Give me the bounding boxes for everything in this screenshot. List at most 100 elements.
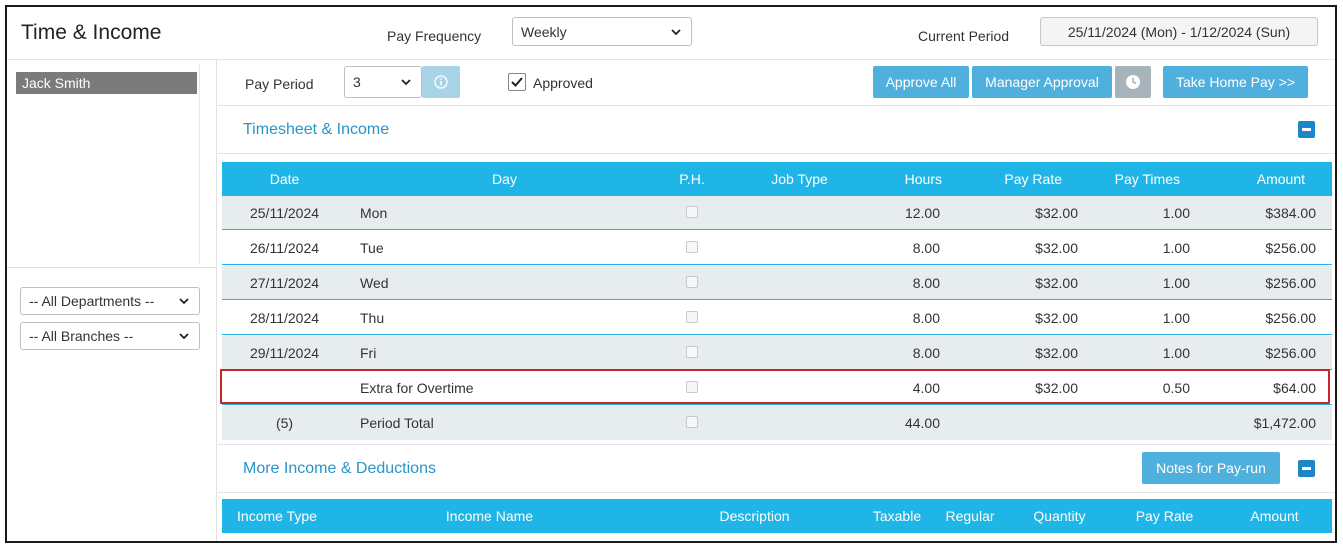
cell-date: 27/11/2024 bbox=[249, 275, 320, 291]
section-divider bbox=[218, 153, 1335, 154]
cell-pay-rate: $32.00 bbox=[1035, 275, 1078, 291]
column-header-hours: Hours bbox=[904, 171, 942, 187]
ph-checkbox[interactable] bbox=[686, 241, 698, 253]
panel-divider bbox=[7, 267, 217, 268]
cell-day: Thu bbox=[360, 310, 385, 326]
cell-pay-rate: $32.00 bbox=[1035, 310, 1078, 326]
pay-period-label: Pay Period bbox=[245, 76, 314, 92]
info-icon bbox=[434, 75, 448, 89]
branch-filter-select[interactable]: -- All Branches -- bbox=[20, 322, 200, 350]
table-row: 28/11/2024 Thu 8.00 $32.00 1.00 $256.00 bbox=[222, 301, 1332, 335]
cell-pay-rate: $32.00 bbox=[1035, 345, 1078, 361]
table-row: 26/11/2024 Tue 8.00 $32.00 1.00 $256.00 bbox=[222, 231, 1332, 265]
column-header-quantity: Quantity bbox=[1033, 508, 1086, 524]
notes-for-pay-run-button[interactable]: Notes for Pay-run bbox=[1142, 452, 1280, 484]
chevron-down-icon bbox=[179, 298, 189, 305]
timesheet-clock-button[interactable] bbox=[1115, 66, 1151, 98]
page-title: Time & Income bbox=[21, 21, 162, 44]
clock-icon bbox=[1126, 75, 1140, 89]
overtime-row-highlight bbox=[220, 369, 1330, 404]
cell-hours: 8.00 bbox=[912, 240, 940, 256]
pay-frequency-label: Pay Frequency bbox=[387, 28, 482, 44]
employee-list-scrollbar[interactable] bbox=[199, 64, 210, 264]
cell-day-count: (5) bbox=[275, 415, 294, 431]
table-row: 27/11/2024 Wed 8.00 $32.00 1.00 $256.00 bbox=[222, 266, 1332, 300]
department-filter-value: -- All Departments -- bbox=[29, 293, 155, 309]
current-period-display: 25/11/2024 (Mon) - 1/12/2024 (Sun) bbox=[1040, 17, 1318, 46]
cell-pay-times: 1.00 bbox=[1162, 205, 1190, 221]
employee-panel: Jack Smith -- All Departments -- -- All … bbox=[7, 60, 217, 541]
cell-hours: 8.00 bbox=[912, 275, 940, 291]
column-header-pay-times: Pay Times bbox=[1114, 171, 1180, 187]
chevron-down-icon bbox=[671, 28, 681, 35]
cell-day: Fri bbox=[360, 345, 377, 361]
checkmark-icon bbox=[511, 77, 523, 87]
column-header-income-name: Income Name bbox=[445, 508, 534, 524]
cell-date: 26/11/2024 bbox=[249, 240, 320, 256]
approve-all-button[interactable]: Approve All bbox=[873, 66, 969, 98]
pay-frequency-select[interactable]: Weekly bbox=[512, 17, 692, 46]
collapse-timesheet-icon[interactable] bbox=[1298, 121, 1315, 138]
current-period-label: Current Period bbox=[918, 28, 1010, 44]
employee-item-jack-smith[interactable]: Jack Smith bbox=[16, 72, 197, 94]
column-header-income-type: Income Type bbox=[237, 508, 317, 524]
column-header-ph: P.H. bbox=[679, 171, 705, 187]
cell-amount: $256.00 bbox=[1265, 275, 1316, 291]
chevron-down-icon bbox=[179, 333, 189, 340]
cell-amount: $256.00 bbox=[1265, 240, 1316, 256]
approved-checkbox[interactable] bbox=[508, 73, 526, 91]
cell-period-total-label: Period Total bbox=[360, 415, 434, 431]
cell-day: Tue bbox=[360, 240, 384, 256]
ph-checkbox[interactable] bbox=[686, 346, 698, 358]
cell-day: Mon bbox=[360, 205, 388, 221]
cell-date: 28/11/2024 bbox=[249, 310, 320, 326]
cell-pay-rate: $32.00 bbox=[1035, 240, 1078, 256]
table-row: 29/11/2024 Fri 8.00 $32.00 1.00 $256.00 bbox=[222, 336, 1332, 370]
section-divider bbox=[218, 444, 1335, 445]
column-header-regular: Regular bbox=[945, 508, 995, 524]
cell-date: 29/11/2024 bbox=[249, 345, 320, 361]
column-header-taxable: Taxable bbox=[872, 508, 922, 524]
ph-checkbox[interactable] bbox=[686, 206, 698, 218]
column-header-day: Day bbox=[492, 171, 517, 187]
cell-pay-times bbox=[1077, 406, 1190, 440]
cell-hours: 12.00 bbox=[904, 205, 940, 221]
chevron-down-icon bbox=[401, 79, 411, 86]
column-header-amount: Amount bbox=[1250, 508, 1299, 524]
toolbar-divider bbox=[218, 105, 1335, 106]
cell-pay-rate: $32.00 bbox=[1035, 205, 1078, 221]
cell-amount: $384.00 bbox=[1265, 205, 1316, 221]
pay-period-select[interactable]: 3 bbox=[344, 66, 422, 98]
cell-date: 25/11/2024 bbox=[249, 205, 320, 221]
pay-frequency-value: Weekly bbox=[521, 23, 567, 40]
ph-checkbox[interactable] bbox=[686, 311, 698, 323]
table-row-period-total: (5) Period Total 44.00 $1,472.00 bbox=[222, 406, 1332, 440]
cell-total-hours: 44.00 bbox=[904, 415, 940, 431]
pay-period-info-button[interactable] bbox=[422, 66, 460, 98]
cell-amount: $256.00 bbox=[1265, 310, 1316, 326]
more-income-table: Income Type Income Name Description Taxa… bbox=[222, 499, 1332, 533]
table-row: 25/11/2024 Mon 12.00 $32.00 1.00 $384.00 bbox=[222, 196, 1332, 230]
timesheet-table-header: Date Day P.H. Job Type Hours Pay Rate Pa… bbox=[222, 162, 1332, 196]
cell-total-amount: $1,472.00 bbox=[1253, 415, 1316, 431]
cell-amount: $256.00 bbox=[1265, 345, 1316, 361]
cell-hours: 8.00 bbox=[912, 345, 940, 361]
more-income-table-header: Income Type Income Name Description Taxa… bbox=[222, 499, 1332, 533]
column-header-job-type: Job Type bbox=[771, 171, 828, 187]
ph-checkbox[interactable] bbox=[686, 416, 698, 428]
cell-pay-times: 1.00 bbox=[1162, 345, 1190, 361]
cell-hours: 8.00 bbox=[912, 310, 940, 326]
ph-checkbox[interactable] bbox=[686, 276, 698, 288]
take-home-pay-button[interactable]: Take Home Pay >> bbox=[1163, 66, 1308, 98]
more-income-section-title: More Income & Deductions bbox=[243, 460, 436, 477]
section-divider bbox=[218, 492, 1335, 493]
manager-approval-button[interactable]: Manager Approval bbox=[972, 66, 1112, 98]
column-header-pay-rate: Pay Rate bbox=[1004, 171, 1062, 187]
collapse-more-income-icon[interactable] bbox=[1298, 460, 1315, 477]
cell-day: Wed bbox=[360, 275, 389, 291]
column-header-pay-rate: Pay Rate bbox=[1135, 508, 1194, 524]
app-window: Time & Income Pay Frequency Weekly Curre… bbox=[5, 5, 1337, 543]
branch-filter-value: -- All Branches -- bbox=[29, 328, 134, 344]
cell-pay-times: 1.00 bbox=[1162, 240, 1190, 256]
department-filter-select[interactable]: -- All Departments -- bbox=[20, 287, 200, 315]
